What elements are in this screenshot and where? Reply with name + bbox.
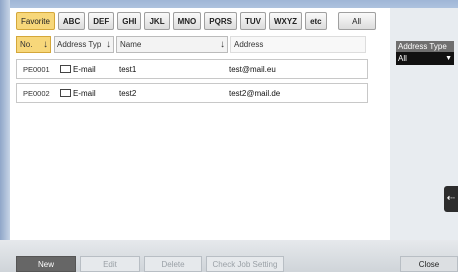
sort-arrow-icon: ↓ (106, 39, 111, 50)
sort-arrow-icon: ↓ (43, 39, 48, 50)
table-row[interactable]: PE0001 E-mail test1 test@mail.eu (16, 59, 368, 79)
new-button[interactable]: New (16, 256, 76, 272)
row-number: PE0001 (23, 65, 50, 74)
address-type-value: All (398, 54, 407, 63)
row-type: E-mail (60, 64, 96, 74)
tab-all[interactable]: All (337, 12, 376, 30)
chevron-down-icon: ▼ (445, 55, 452, 62)
tab-mno[interactable]: MNO (172, 12, 202, 30)
tab-favorite[interactable]: Favorite (16, 12, 55, 30)
table-row[interactable]: PE0002 E-mail test2 test2@mail.de (16, 83, 368, 103)
left-stripe (0, 0, 10, 240)
address-type-label: Address Type (396, 41, 454, 52)
column-header-type-label: Address Typ (57, 40, 102, 49)
tab-etc[interactable]: etc (305, 12, 327, 30)
row-name: test1 (119, 65, 137, 74)
delete-button[interactable]: Delete (144, 256, 202, 272)
tab-tuv[interactable]: TUV (239, 12, 266, 30)
column-header-no[interactable]: No. ↓ (16, 36, 51, 53)
row-type: E-mail (60, 88, 96, 98)
mail-icon (60, 64, 71, 73)
edit-button[interactable]: Edit (80, 256, 140, 272)
index-tabs: Favorite ABC DEF GHI JKL MNO PQRS TUV WX… (16, 12, 376, 30)
collapse-arrow-icon[interactable]: ⇠ (444, 186, 458, 212)
tab-pqrs[interactable]: PQRS (204, 12, 237, 30)
column-header-address-label: Address (234, 40, 264, 49)
address-type-select[interactable]: All ▼ (396, 52, 454, 65)
column-header-name[interactable]: Name ↓ (116, 36, 228, 53)
column-header-name-label: Name (120, 40, 142, 49)
tab-wxyz[interactable]: WXYZ (268, 12, 303, 30)
check-job-setting-button[interactable]: Check Job Setting (206, 256, 284, 272)
tab-def[interactable]: DEF (88, 12, 115, 30)
column-header-address: Address (230, 36, 366, 53)
column-header-no-label: No. (20, 40, 33, 49)
sort-arrow-icon: ↓ (220, 39, 225, 50)
tab-abc[interactable]: ABC (57, 12, 86, 30)
close-button[interactable]: Close (400, 256, 458, 272)
column-header-address-type[interactable]: Address Typ ↓ (54, 36, 114, 53)
tab-jkl[interactable]: JKL (144, 12, 170, 30)
row-address: test2@mail.de (229, 89, 281, 98)
row-number: PE0002 (23, 89, 50, 98)
row-name: test2 (119, 89, 137, 98)
mail-icon (60, 88, 71, 97)
tab-ghi[interactable]: GHI (117, 12, 142, 30)
row-address: test@mail.eu (229, 65, 276, 74)
